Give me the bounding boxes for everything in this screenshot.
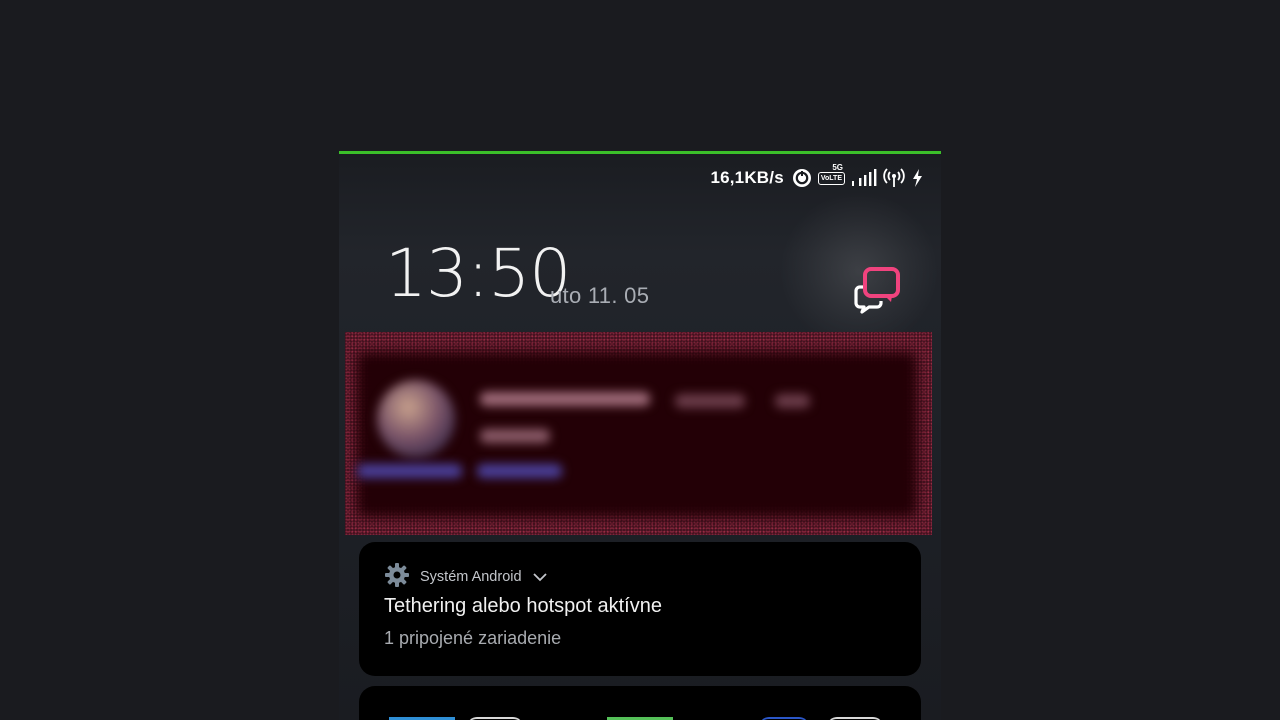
top-accent-bar [339,151,941,154]
blurred-sender-name [480,392,650,406]
gear-icon [384,562,410,592]
blurred-message-text [480,429,550,443]
notification-text: 1 pripojené zariadenie [384,628,562,648]
blurred-notification[interactable] [345,332,932,535]
network-type-label: 5G [832,163,843,172]
messaging-app-icon[interactable] [851,265,903,319]
network-speed: 16,1KB/s [710,168,784,187]
charging-icon [911,168,923,188]
hotspot-icon [883,168,905,188]
blurred-meta [675,394,745,408]
volte-icon: VoLTE [817,171,845,185]
system-notification[interactable]: Systém Android Tethering alebo hotspot a… [359,542,921,676]
notification-title: Tethering alebo hotspot aktívne [384,595,662,617]
blurred-action-button [357,464,462,478]
lockscreen-clock: 13:50 [385,235,571,312]
data-saver-icon [792,168,812,188]
phone-screen: 16,1KB/s VoLTE 5G 13:50 uto 11. 05 Systé… [339,151,941,720]
5g-signal-icon [851,168,877,188]
blurred-meta [775,394,810,408]
blurred-action-button [477,464,562,478]
chevron-down-icon[interactable] [532,568,548,587]
avatar [377,380,455,458]
notification-app-name: Systém Android [420,569,522,585]
lockscreen-date: uto 11. 05 [550,283,650,308]
next-notification-card[interactable] [359,686,921,720]
notification-header[interactable]: Systém Android [384,562,548,592]
status-bar: 16,1KB/s VoLTE 5G [710,163,923,190]
